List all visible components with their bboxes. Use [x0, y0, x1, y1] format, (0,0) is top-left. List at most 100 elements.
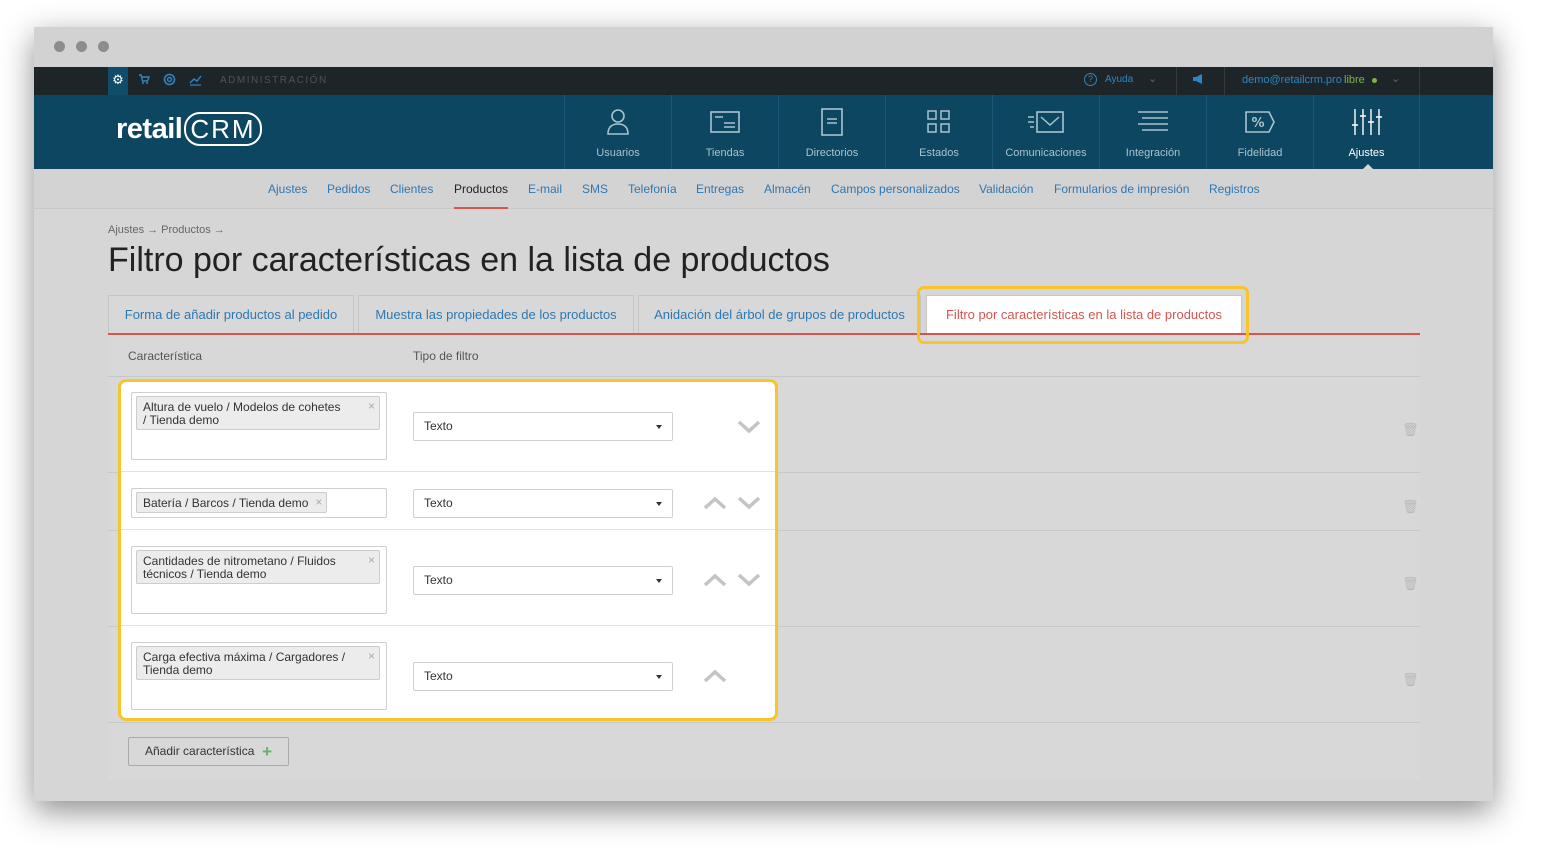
- subnav-sms[interactable]: SMS: [582, 182, 608, 196]
- user-plan: libre: [1344, 74, 1365, 86]
- logo-text: retail: [116, 113, 183, 145]
- move-down-icon[interactable]: [737, 495, 763, 511]
- support-icon[interactable]: [162, 73, 176, 87]
- subnav-productos[interactable]: Productos: [454, 182, 508, 196]
- topbar-divider: [1419, 67, 1420, 95]
- settings-subnav: Ajustes Pedidos Clientes Productos E-mai…: [34, 169, 1493, 209]
- filter-type-select[interactable]: Texto: [413, 566, 673, 595]
- nav-estados[interactable]: Estados: [885, 95, 992, 169]
- characteristic-select[interactable]: Batería / Barcos / Tienda demo ×: [131, 488, 387, 518]
- remove-tag-icon[interactable]: ×: [368, 650, 375, 663]
- characteristic-select[interactable]: Carga efectiva máxima / Cargadores / Tien…: [131, 642, 387, 710]
- characteristic-select[interactable]: Altura de vuelo / Modelos de cohetes / Ti…: [131, 392, 387, 460]
- table-row: Cantidades de nitrometano / Fluidos técni…: [121, 530, 775, 626]
- tab-anidacion-arbol[interactable]: Anidación del árbol de grupos de product…: [638, 295, 921, 334]
- nav-directorios-label: Directorios: [805, 147, 859, 159]
- subnav-pedidos[interactable]: Pedidos: [327, 182, 370, 196]
- nav-usuarios-label: Usuarios: [596, 147, 640, 159]
- nav-ajustes[interactable]: Ajustes: [1313, 95, 1420, 170]
- nav-integracion-label: Integración: [1125, 147, 1181, 159]
- nav-fidelidad[interactable]: % Fidelidad: [1206, 95, 1313, 169]
- filter-type-select[interactable]: Texto: [413, 489, 673, 518]
- tag-line2: / Tienda demo: [143, 413, 220, 427]
- subnav-validacion[interactable]: Validación: [979, 182, 1033, 196]
- page-title: Filtro por características en la lista d…: [108, 241, 830, 279]
- help-chevron-down-icon[interactable]: ⌄: [1148, 72, 1157, 85]
- tab-forma-anadir[interactable]: Forma de añadir productos al pedido: [108, 295, 354, 334]
- table-row: Altura de vuelo / Modelos de cohetes / Ti…: [121, 382, 775, 472]
- topbar-divider: [1224, 67, 1225, 95]
- logo-crm-text: CRM: [184, 112, 262, 146]
- remove-tag-icon[interactable]: ×: [315, 496, 322, 509]
- nav-fidelidad-label: Fidelidad: [1237, 147, 1283, 159]
- nav-estados-label: Estados: [919, 147, 959, 159]
- characteristic-tag: Altura de vuelo / Modelos de cohetes / Ti…: [136, 396, 380, 430]
- add-characteristic-button[interactable]: Añadir característica +: [128, 737, 289, 766]
- subnav-entregas[interactable]: Entregas: [696, 182, 744, 196]
- nav-tiendas-label: Tiendas: [705, 147, 745, 159]
- characteristic-tag: Batería / Barcos / Tienda demo ×: [136, 492, 328, 513]
- trash-icon[interactable]: 🗑: [1402, 423, 1419, 438]
- nav-usuarios[interactable]: Usuarios: [564, 95, 671, 169]
- characteristic-select[interactable]: Cantidades de nitrometano / Fluidos técni…: [131, 546, 387, 614]
- nav-tiendas[interactable]: Tiendas: [671, 95, 778, 169]
- dropdown-arrow-icon: [656, 675, 662, 679]
- window-minimize-dot[interactable]: [76, 41, 87, 52]
- breadcrumb[interactable]: Ajustes → Productos →: [108, 224, 225, 236]
- dropdown-arrow-icon: [656, 579, 662, 583]
- analytics-icon[interactable]: [188, 73, 202, 87]
- subnav-active-underline: [454, 207, 508, 209]
- cart-icon[interactable]: [137, 73, 151, 87]
- window-maximize-dot[interactable]: [98, 41, 109, 52]
- nav-integracion[interactable]: Integración: [1099, 95, 1206, 169]
- column-header-tipo-filtro: Tipo de filtro: [413, 349, 479, 363]
- tab-muestra-propiedades[interactable]: Muestra las propiedades de los productos: [358, 295, 634, 334]
- filter-type-select[interactable]: Texto: [413, 412, 673, 441]
- subnav-clientes[interactable]: Clientes: [390, 182, 433, 196]
- online-status-dot: [1372, 78, 1377, 83]
- column-header-caracteristica: Característica: [128, 349, 203, 363]
- subnav-registros[interactable]: Registros: [1209, 182, 1260, 196]
- nav-ajustes-label: Ajustes: [1348, 147, 1385, 159]
- tag-line1: Batería / Barcos / Tienda demo: [143, 496, 309, 510]
- subnav-telefonia[interactable]: Telefonía: [628, 182, 677, 196]
- trash-icon[interactable]: 🗑: [1402, 577, 1419, 592]
- window-close-dot[interactable]: [54, 41, 65, 52]
- nav-comunicaciones[interactable]: Comunicaciones: [992, 95, 1099, 169]
- filter-type-value: Texto: [424, 573, 453, 587]
- help-label: Ayuda: [1105, 74, 1134, 85]
- nav-directorios[interactable]: Directorios: [778, 95, 885, 169]
- percent-tag-icon: %: [1207, 106, 1313, 138]
- subnav-formularios-impresion[interactable]: Formularios de impresión: [1054, 182, 1189, 196]
- topbar-divider: [1176, 67, 1177, 95]
- megaphone-icon[interactable]: [1192, 73, 1206, 87]
- settings-gear-icon[interactable]: ⚙: [108, 67, 128, 95]
- move-down-icon[interactable]: [737, 419, 763, 435]
- subnav-email[interactable]: E-mail: [528, 182, 562, 196]
- move-down-icon[interactable]: [737, 572, 763, 588]
- tag-line2: Tienda demo: [143, 663, 213, 677]
- table-row: Carga efectiva máxima / Cargadores / Tien…: [121, 626, 775, 718]
- main-navbar: retail CRM Usuarios Tiendas Directorios E…: [34, 95, 1493, 170]
- retailcrm-logo[interactable]: retail CRM: [116, 112, 262, 146]
- move-up-icon[interactable]: [703, 495, 729, 511]
- move-up-icon[interactable]: [703, 572, 729, 588]
- remove-tag-icon[interactable]: ×: [368, 554, 375, 567]
- filter-type-value: Texto: [424, 419, 453, 433]
- user-icon: [565, 106, 671, 138]
- user-chevron-down-icon[interactable]: ⌄: [1391, 72, 1400, 85]
- filter-type-value: Texto: [424, 496, 453, 510]
- subnav-almacen[interactable]: Almacén: [764, 182, 811, 196]
- trash-icon[interactable]: 🗑: [1402, 500, 1419, 515]
- filter-type-select[interactable]: Texto: [413, 662, 673, 691]
- row-divider: [108, 722, 1420, 723]
- user-email[interactable]: demo@retailcrm.pro: [1242, 74, 1342, 86]
- move-up-icon[interactable]: [703, 668, 729, 684]
- grid-icon: [886, 106, 992, 138]
- help-menu[interactable]: ? Ayuda: [1084, 73, 1133, 86]
- subnav-ajustes[interactable]: Ajustes: [268, 182, 307, 196]
- lines-icon: [1100, 106, 1206, 138]
- subnav-campos-personalizados[interactable]: Campos personalizados: [831, 182, 960, 196]
- remove-tag-icon[interactable]: ×: [368, 400, 375, 413]
- trash-icon[interactable]: 🗑: [1402, 673, 1419, 688]
